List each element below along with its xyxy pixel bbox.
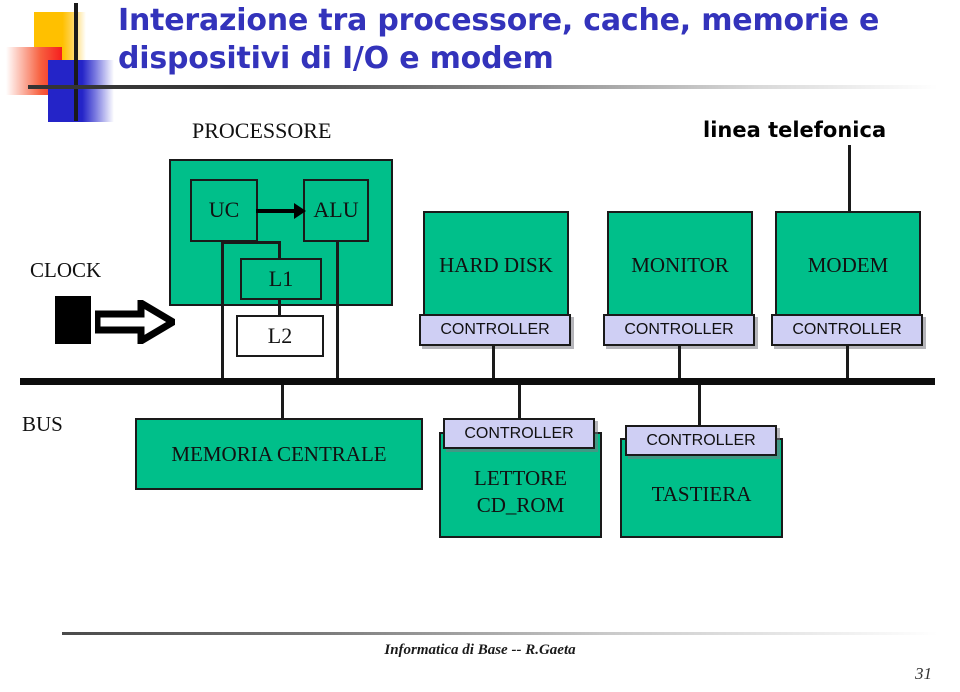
memoria-centrale-box: MEMORIA CENTRALE (135, 418, 423, 490)
alu-label: ALU (313, 197, 359, 222)
page-number: 31 (915, 664, 932, 683)
clock-label: CLOCK (30, 258, 102, 282)
slide-title: Interazione tra processore, cache, memor… (118, 3, 880, 77)
uc-box: UC (190, 179, 258, 242)
logo-vertical-bar-icon (74, 3, 78, 121)
phone-line-label: linea telefonica (703, 118, 887, 142)
lettore-cd-rom-controller-box: CONTROLLER (443, 418, 595, 449)
alu-to-bus-wire (336, 241, 339, 381)
clock-arrow-icon (95, 300, 175, 344)
uc-to-alu-arrow-icon (256, 203, 306, 219)
hard-disk-to-bus-wire (492, 346, 495, 381)
uc-to-bus-wire (221, 241, 224, 381)
slide-canvas: Interazione tra processore, cache, memor… (0, 0, 960, 692)
l2-cache-box: L2 (236, 315, 324, 357)
footer-text: Informatica di Base -- R.Gaeta (384, 642, 576, 658)
memoria-centrale-label: MEMORIA CENTRALE (171, 442, 387, 466)
monitor-controller-label: CONTROLLER (624, 321, 734, 338)
uc-label: UC (208, 197, 240, 222)
phone-line-wire (848, 145, 851, 213)
uc-bottom-rail-wire (221, 241, 280, 244)
monitor-box: MONITOR (607, 211, 753, 319)
tastiera-to-bus-wire (698, 385, 701, 425)
footer-divider (62, 632, 938, 635)
lettore-cd-rom-controller-label: CONTROLLER (464, 424, 574, 442)
modem-box: MODEM (775, 211, 921, 319)
tastiera-controller-box: CONTROLLER (625, 425, 777, 456)
modem-controller-label: CONTROLLER (792, 321, 902, 338)
modem-label: MODEM (807, 253, 889, 277)
bus-label: BUS (22, 412, 63, 436)
memory-to-bus-wire (281, 385, 284, 419)
processor-label: PROCESSORE (192, 118, 332, 143)
hard-disk-controller-box: CONTROLLER (419, 314, 571, 346)
cdrom-to-bus-wire (518, 385, 521, 418)
alu-box: ALU (303, 179, 369, 242)
logo-blue-square (48, 60, 114, 122)
title-divider (28, 85, 938, 89)
tastiera-controller-label: CONTROLLER (646, 431, 756, 449)
tastiera-label: TASTIERA (651, 482, 752, 506)
modem-controller-box: CONTROLLER (771, 314, 923, 346)
hard-disk-box: HARD DISK (423, 211, 569, 319)
l1-label: L1 (268, 266, 294, 291)
monitor-controller-box: CONTROLLER (603, 314, 755, 346)
system-bus (20, 378, 935, 385)
monitor-label: MONITOR (631, 253, 729, 277)
hard-disk-label: HARD DISK (439, 253, 553, 277)
hard-disk-controller-label: CONTROLLER (440, 321, 550, 338)
modem-to-bus-wire (846, 346, 849, 381)
l1-to-l2-wire (278, 299, 281, 317)
l2-label: L2 (267, 323, 293, 348)
l1-cache-box: L1 (240, 258, 322, 300)
clock-pulse-block-icon (55, 296, 91, 344)
monitor-to-bus-wire (678, 346, 681, 381)
lettore-cd-rom-label-line2: CD_ROM (476, 493, 565, 517)
lettore-cd-rom-label-line1: LETTORE (474, 466, 567, 490)
